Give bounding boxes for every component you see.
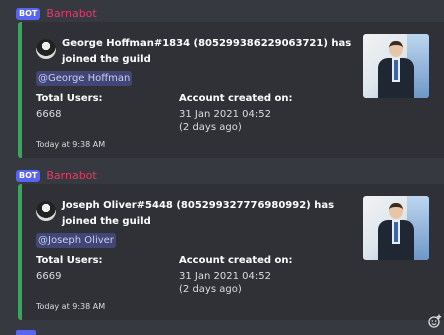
account-created-date: 31 Jan 2021 04:52 xyxy=(179,271,271,282)
thumb-tie xyxy=(394,60,398,80)
account-created-label: Account created on: xyxy=(179,93,293,104)
join-embed: George Hoffman#1834 (805299386229063721)… xyxy=(18,22,444,158)
user-avatar-icon xyxy=(36,39,56,59)
thumb-head xyxy=(389,41,403,57)
businessman-thumbnail[interactable] xyxy=(363,196,429,260)
author-name[interactable]: Barnabot xyxy=(46,169,96,183)
total-users-label: Total Users: xyxy=(36,93,103,104)
embed-title: George Hoffman#1834 (805299386229063721)… xyxy=(62,38,352,65)
account-created-relative: (2 days ago) xyxy=(179,284,242,295)
next-bot-tag-partial xyxy=(16,330,36,335)
total-users-label: Total Users: xyxy=(36,255,103,266)
account-created-date: 31 Jan 2021 04:52 xyxy=(179,109,271,120)
user-mention[interactable]: @Joseph Oliver xyxy=(36,233,116,248)
embed-title: Joseph Oliver#5448 (805299327776980992) … xyxy=(62,200,335,227)
bot-tag: BOT xyxy=(16,8,41,20)
businessman-thumbnail[interactable] xyxy=(363,34,429,98)
add-reaction-icon[interactable] xyxy=(428,313,442,328)
thumb-tie xyxy=(394,222,398,242)
user-avatar-icon xyxy=(36,201,56,221)
account-created-label: Account created on: xyxy=(179,255,293,266)
bot-tag: BOT xyxy=(16,170,41,182)
account-created-relative: (2 days ago) xyxy=(179,122,242,133)
embed-footer-timestamp: Today at 9:38 AM xyxy=(36,302,106,311)
user-mention[interactable]: @George Hoffman xyxy=(36,71,133,86)
thumb-head xyxy=(389,203,403,219)
author-name[interactable]: Barnabot xyxy=(46,7,96,21)
embed-footer-timestamp: Today at 9:38 AM xyxy=(36,140,106,149)
join-embed: Joseph Oliver#5448 (805299327776980992) … xyxy=(18,184,444,320)
total-users-value: 6668 xyxy=(36,109,62,120)
total-users-value: 6669 xyxy=(36,271,62,282)
message-header: BOT Barnabot xyxy=(16,7,97,21)
message-header: BOT Barnabot xyxy=(16,169,97,183)
